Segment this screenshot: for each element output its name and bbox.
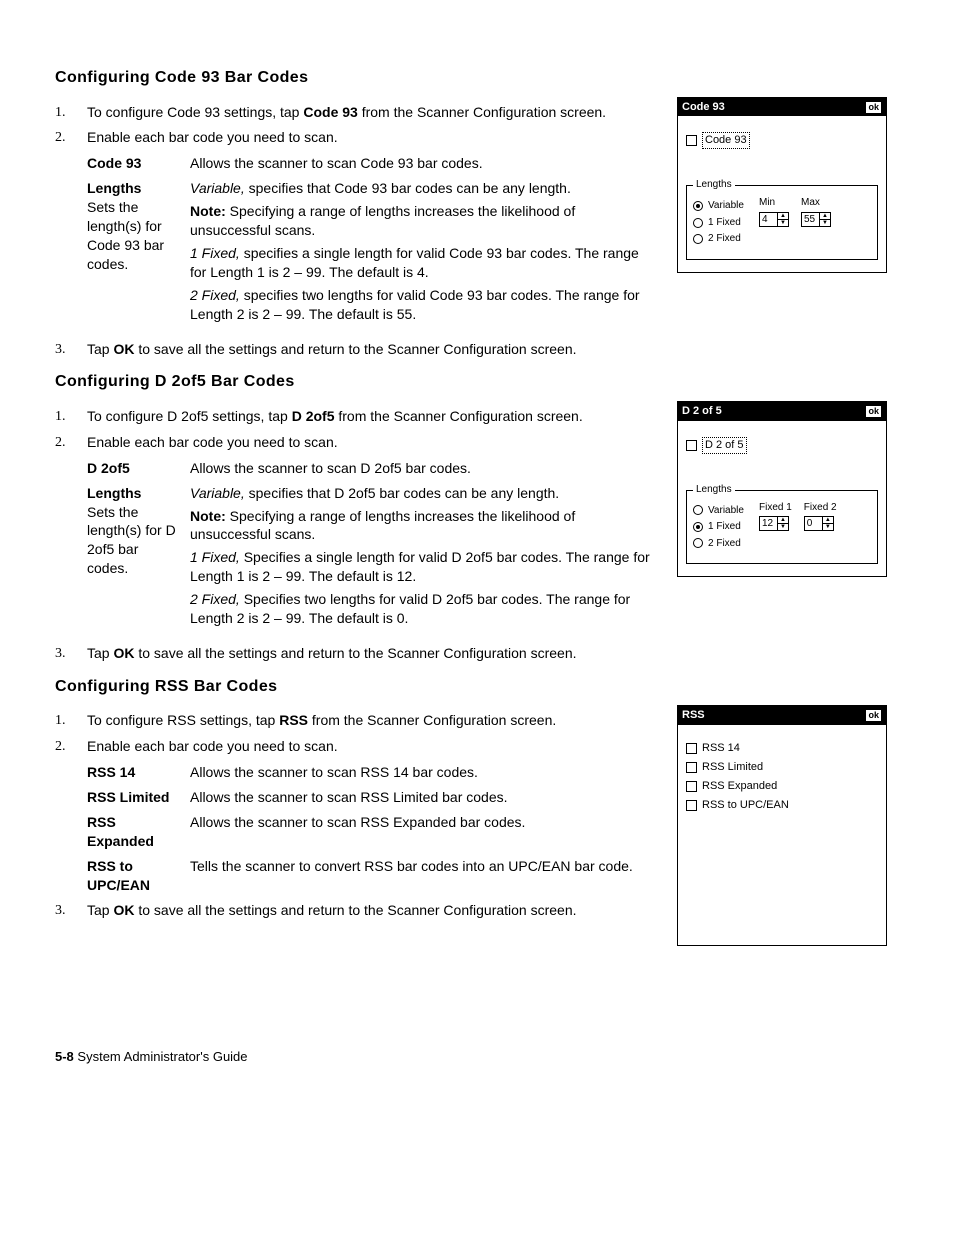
def-desc-code93: Allows the scanner to scan Code 93 bar c… — [190, 154, 659, 173]
radio-variable[interactable] — [693, 201, 703, 211]
def-desc-rss14: Allows the scanner to scan RSS 14 bar co… — [190, 763, 659, 782]
radio-2fixed[interactable] — [693, 234, 703, 244]
dialog-code93: Code 93 ok Code 93 Lengths Variable 1 Fi… — [677, 97, 887, 273]
step-1-text: To configure RSS settings, tap RSS from … — [87, 711, 659, 731]
def-desc-rssupcean: Tells the scanner to convert RSS bar cod… — [190, 857, 659, 895]
ok-button[interactable]: ok — [865, 709, 882, 722]
section-title-rss: Configuring RSS Bar Codes — [55, 676, 899, 698]
spin-min-label: Min — [759, 196, 775, 210]
spin-fixed1-label: Fixed 1 — [759, 501, 792, 515]
def-desc-lengths: Variable, specifies that Code 93 bar cod… — [190, 179, 659, 327]
def-desc-rsslimited: Allows the scanner to scan RSS Limited b… — [190, 788, 659, 807]
def-term-rsslimited: RSS Limited — [87, 788, 182, 807]
step-number: 3. — [55, 901, 87, 921]
def-term-rss14: RSS 14 — [87, 763, 182, 782]
checkbox-rsslimited[interactable] — [686, 762, 697, 773]
checkbox-rss14[interactable] — [686, 743, 697, 754]
step-number: 1. — [55, 711, 87, 731]
spin-up-icon[interactable]: ▲ — [778, 517, 788, 524]
spin-max-label: Max — [801, 196, 820, 210]
def-term-rssupcean: RSS to UPC/EAN — [87, 857, 182, 895]
spin-max-value[interactable]: 55 — [802, 213, 820, 226]
spin-fixed1-value[interactable]: 12 — [760, 517, 778, 530]
step-3-text: Tap OK to save all the settings and retu… — [87, 901, 659, 921]
checkbox-label: RSS Expanded — [702, 779, 777, 794]
step-number: 1. — [55, 103, 87, 123]
def-term-d2of5: D 2of5 — [87, 459, 182, 478]
def-desc-rssexpanded: Allows the scanner to scan RSS Expanded … — [190, 813, 659, 851]
section-title-code93: Configuring Code 93 Bar Codes — [55, 67, 899, 89]
ok-button[interactable]: ok — [865, 405, 882, 418]
dialog-d2of5: D 2 of 5 ok D 2 of 5 Lengths Variable 1 … — [677, 401, 887, 577]
step-1-text: To configure D 2of5 settings, tap D 2of5… — [87, 407, 659, 427]
dialog-title: RSS — [682, 708, 705, 723]
page-footer: 5-8 System Administrator's Guide — [55, 1048, 899, 1066]
lengths-legend: Lengths — [693, 178, 735, 192]
checkbox-d2of5[interactable] — [686, 440, 697, 451]
ok-button[interactable]: ok — [865, 101, 882, 114]
spin-up-icon[interactable]: ▲ — [778, 213, 788, 220]
radio-variable[interactable] — [693, 505, 703, 515]
step-3-text: Tap OK to save all the settings and retu… — [87, 644, 899, 664]
def-term-code93: Code 93 — [87, 154, 182, 173]
spin-min-value[interactable]: 4 — [760, 213, 778, 226]
step-2-text: Enable each bar code you need to scan. — [87, 737, 659, 757]
dialog-rss: RSS ok RSS 14 RSS Limited RSS Expanded R… — [677, 705, 887, 946]
step-number: 2. — [55, 433, 87, 453]
spin-up-icon[interactable]: ▲ — [820, 213, 830, 220]
checkbox-label: RSS Limited — [702, 760, 763, 775]
def-desc-lengths: Variable, specifies that D 2of5 bar code… — [190, 484, 659, 632]
step-1-text: To configure Code 93 settings, tap Code … — [87, 103, 659, 123]
checkbox-rssexpanded[interactable] — [686, 781, 697, 792]
checkbox-label: RSS to UPC/EAN — [702, 798, 789, 813]
spin-up-icon[interactable]: ▲ — [823, 517, 833, 524]
radio-1fixed[interactable] — [693, 522, 703, 532]
step-number: 3. — [55, 340, 87, 360]
spin-down-icon[interactable]: ▼ — [778, 220, 788, 226]
checkbox-code93[interactable] — [686, 135, 697, 146]
section-title-d2of5: Configuring D 2of5 Bar Codes — [55, 371, 899, 393]
checkbox-rssupcean[interactable] — [686, 800, 697, 811]
spin-fixed2-label: Fixed 2 — [804, 501, 837, 515]
def-term-lengths: Lengths Sets the length(s) for Code 93 b… — [87, 179, 182, 327]
checkbox-label: RSS 14 — [702, 741, 740, 756]
spin-down-icon[interactable]: ▼ — [778, 524, 788, 530]
step-number: 3. — [55, 644, 87, 664]
step-number: 1. — [55, 407, 87, 427]
radio-1fixed[interactable] — [693, 218, 703, 228]
lengths-legend: Lengths — [693, 483, 735, 497]
dialog-title: D 2 of 5 — [682, 404, 722, 419]
spin-fixed2-value[interactable]: 0 — [805, 517, 823, 530]
def-desc-d2of5: Allows the scanner to scan D 2of5 bar co… — [190, 459, 659, 478]
radio-2fixed[interactable] — [693, 538, 703, 548]
step-2-text: Enable each bar code you need to scan. — [87, 128, 659, 148]
step-2-text: Enable each bar code you need to scan. — [87, 433, 659, 453]
checkbox-label: Code 93 — [702, 132, 750, 149]
step-number: 2. — [55, 737, 87, 757]
def-term-lengths: Lengths Sets the length(s) for D 2of5 ba… — [87, 484, 182, 632]
step-3-text: Tap OK to save all the settings and retu… — [87, 340, 899, 360]
spin-down-icon[interactable]: ▼ — [820, 220, 830, 226]
spin-down-icon[interactable]: ▼ — [823, 524, 833, 530]
checkbox-label: D 2 of 5 — [702, 437, 747, 454]
def-term-rssexpanded: RSS Expanded — [87, 813, 182, 851]
step-number: 2. — [55, 128, 87, 148]
dialog-title: Code 93 — [682, 100, 725, 115]
